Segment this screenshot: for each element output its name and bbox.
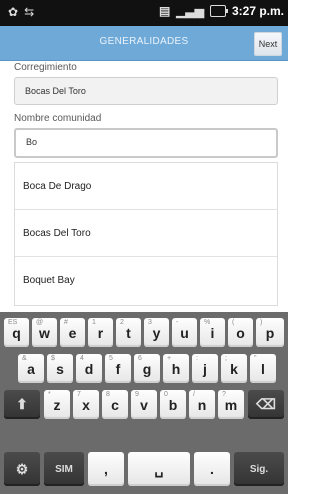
- nombre-comunidad-label: Nombre comunidad: [14, 113, 102, 124]
- suggestion-item[interactable]: Boca De Drago: [15, 163, 277, 210]
- space-key[interactable]: ␣: [128, 452, 190, 486]
- suggestion-item[interactable]: Bocas Del Toro: [15, 210, 277, 257]
- key-x[interactable]: 7x: [73, 390, 99, 419]
- key-i[interactable]: % i: [200, 318, 225, 347]
- key-w[interactable]: @ w: [32, 318, 57, 347]
- next-button[interactable]: Next: [254, 32, 282, 56]
- period-key[interactable]: .: [194, 452, 230, 486]
- status-left-icons: ✿ ⇆: [8, 5, 34, 19]
- key-b[interactable]: 0b: [160, 390, 186, 419]
- key-t[interactable]: 2t: [116, 318, 141, 347]
- corregimiento-value: Bocas Del Toro: [25, 86, 86, 96]
- key-m[interactable]: ? m: [218, 390, 244, 419]
- key-a[interactable]: & a: [18, 354, 44, 383]
- status-bar: ✿ ⇆ ▤ ▁▃▅ 3:27 p.m.: [0, 0, 288, 26]
- corregimiento-label: Corregimiento: [14, 62, 77, 73]
- sym-key[interactable]: SIM: [44, 452, 84, 486]
- key-e[interactable]: # e: [60, 318, 85, 347]
- backspace-key[interactable]: ⌫: [248, 390, 284, 419]
- comma-key[interactable]: ,: [88, 452, 124, 486]
- key-k[interactable]: ; k: [221, 354, 247, 383]
- key-g[interactable]: 6g: [134, 354, 160, 383]
- status-right: ▤ ▁▃▅ 3:27 p.m.: [159, 4, 284, 18]
- usb-icon: ⇆: [24, 5, 35, 19]
- soft-keyboard: ES q @ w # e 1r 2t 3y -u % i (o ) p & a $ s 4d …: [0, 312, 288, 494]
- settings-icon: ⚙: [15, 460, 29, 477]
- key-o[interactable]: (o: [228, 318, 253, 347]
- shift-icon: ⬆: [16, 396, 28, 412]
- nombre-comunidad-input[interactable]: Bo: [14, 128, 278, 158]
- key-y[interactable]: 3y: [144, 318, 169, 347]
- next-field-key[interactable]: Sig.: [234, 452, 284, 486]
- status-time: 3:27 p.m.: [231, 4, 284, 18]
- key-c[interactable]: 8c: [102, 390, 128, 419]
- settings-key[interactable]: ⚙: [4, 452, 40, 486]
- shift-key[interactable]: ⬆: [4, 390, 40, 419]
- network-icon: ▤: [158, 4, 171, 18]
- suggestion-item[interactable]: Boquet Bay: [15, 257, 277, 304]
- key-n[interactable]: / n: [189, 390, 215, 419]
- key-v[interactable]: 9v: [131, 390, 157, 419]
- corregimiento-field[interactable]: Bocas Del Toro: [14, 77, 278, 105]
- autocomplete-dropdown: Boca De Drago Bocas Del Toro Boquet Bay: [14, 162, 278, 306]
- key-u[interactable]: -u: [172, 318, 197, 347]
- key-j[interactable]: :j: [192, 354, 218, 383]
- key-d[interactable]: 4d: [76, 354, 102, 383]
- nombre-comunidad-value: Bo: [26, 137, 38, 147]
- page-title: GENERALIDADES: [99, 36, 189, 47]
- signal-icon: ▁▃▅: [176, 4, 204, 18]
- key-s[interactable]: $ s: [47, 354, 73, 383]
- key-l[interactable]: " l: [250, 354, 276, 383]
- space-icon: ␣: [154, 460, 164, 477]
- key-q[interactable]: ES q: [4, 318, 29, 347]
- key-f[interactable]: 5f: [105, 354, 131, 383]
- key-p[interactable]: ) p: [256, 318, 284, 347]
- title-bar: GENERALIDADES Next: [0, 26, 288, 61]
- app-notification-icon: ✿: [8, 5, 19, 19]
- backspace-icon: ⌫: [256, 396, 276, 412]
- key-z[interactable]: * z: [44, 390, 70, 419]
- key-r[interactable]: 1r: [88, 318, 113, 347]
- key-h[interactable]: + h: [163, 354, 189, 383]
- battery-icon: [209, 5, 228, 17]
